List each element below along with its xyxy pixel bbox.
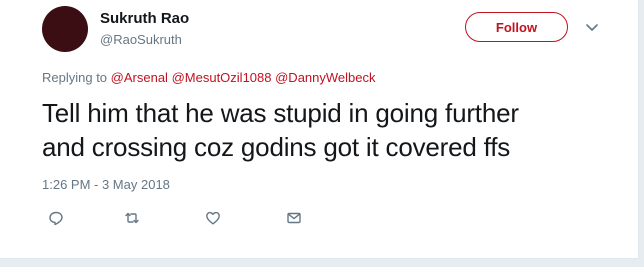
follow-button[interactable]: Follow (465, 12, 568, 42)
mention-link[interactable]: @DannyWelbeck (275, 70, 375, 85)
replying-to: Replying to @Arsenal @MesutOzil1088 @Dan… (42, 70, 376, 85)
tweet-card: Sukruth Rao @RaoSukruth Follow Replying … (0, 0, 639, 259)
tweet-text: Tell him that he was stupid in going fur… (42, 96, 602, 164)
mention-link[interactable]: @Arsenal (111, 70, 168, 85)
mention-link[interactable]: @MesutOzil1088 (172, 70, 272, 85)
chevron-down-icon[interactable] (584, 19, 600, 35)
user-name[interactable]: Sukruth Rao (100, 10, 189, 27)
replying-prefix: Replying to (42, 70, 108, 85)
reply-icon[interactable] (46, 208, 66, 228)
user-handle[interactable]: @RaoSukruth (100, 32, 182, 47)
tweet-text-line: and crossing coz godins got it covered f… (42, 132, 511, 162)
like-icon[interactable] (203, 208, 223, 228)
tweet-timestamp[interactable]: 1:26 PM - 3 May 2018 (42, 177, 170, 192)
avatar[interactable] (42, 6, 88, 52)
message-icon[interactable] (284, 208, 304, 228)
tweet-text-line: Tell him that he was stupid in going fur… (42, 98, 519, 128)
retweet-icon[interactable] (122, 208, 142, 228)
